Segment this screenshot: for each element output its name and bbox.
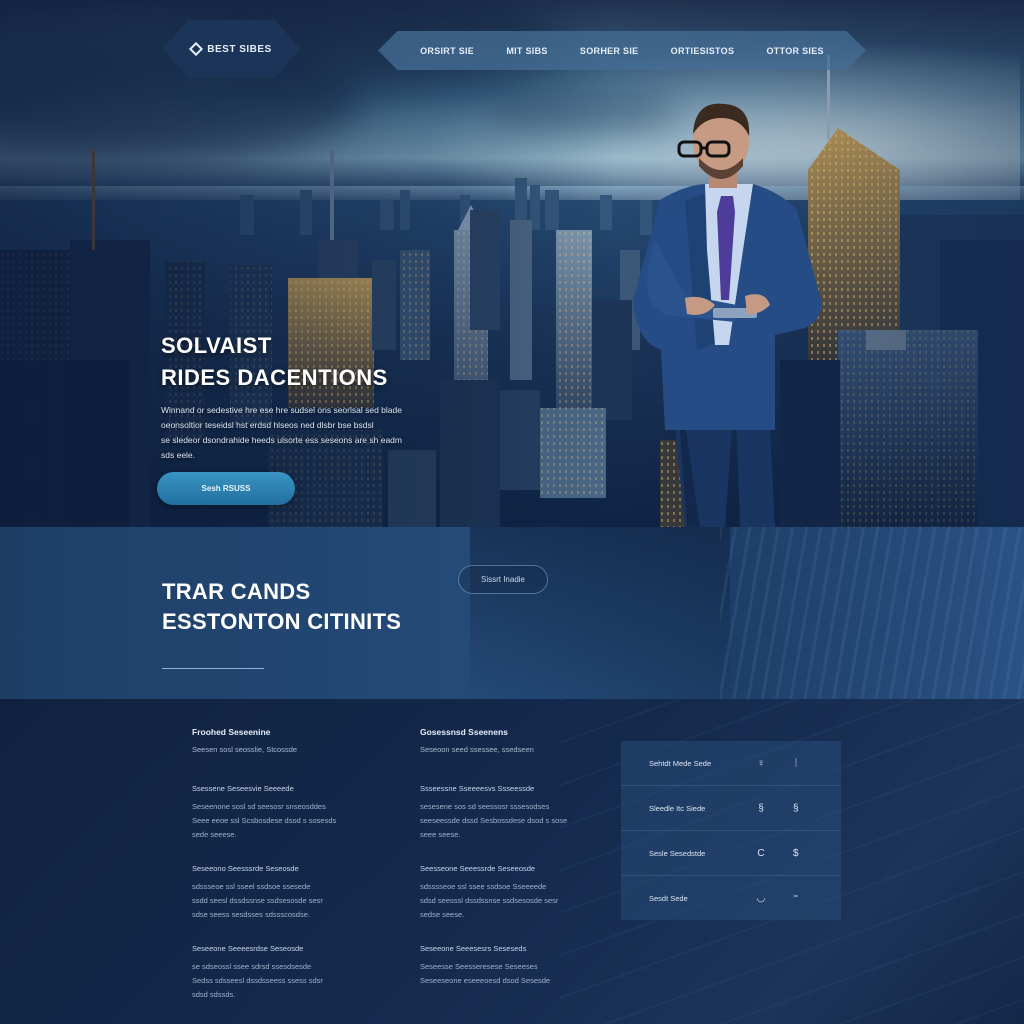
block-title: Ssessene Seseesvie Seeeede — [192, 784, 294, 793]
block-line: Seseeseone eseeeoesd dsod Sesesde — [420, 976, 551, 985]
info-table-panel: Sehtdt Mede Sede ♀ ᛁ Sleedle Itc Siede §… — [621, 741, 841, 920]
column-subtitle: Seseoon seed ssessee, ssedseen — [420, 745, 534, 754]
band-title: TRAR CANDS ESSTONTON CITINITS — [162, 577, 401, 637]
block-line: sdsd sdssds. — [192, 990, 236, 999]
block-line: sede seeese. — [192, 830, 237, 839]
footer-column: Froohed Seseenine Seesen sosl seosslie, … — [192, 727, 352, 1024]
footer-column: Gosessnsd Sseenens Seseoon seed ssessee,… — [420, 727, 580, 1010]
diamond-logo-icon — [189, 41, 204, 57]
band-title-line: ESSTONTON CITINITS — [162, 609, 402, 634]
row-label: Sesle Sesedstde — [649, 848, 706, 858]
column-subtitle: Seesen sosl seosslie, Stcossde — [192, 745, 298, 754]
block-line: sdse seess sesdsses sdssscosdse. — [192, 910, 310, 919]
nav-item[interactable]: SORHER SIE — [580, 46, 639, 56]
block-title: Ssseessne Sseeeesvs Ssseessde — [420, 784, 535, 793]
row-label: Sleedle Itc Siede — [649, 803, 706, 813]
hero-section: SOLVAIST RIDES DACENTIONS Winnand or sed… — [0, 0, 1024, 527]
hero-desc-line: sds eele. — [161, 450, 196, 460]
text-block: Ssseessne Sseeeesvs Ssseessde sesesene s… — [420, 784, 580, 842]
row-label: Sesdt Sede — [649, 894, 688, 903]
nav-item[interactable]: MIT SIBS — [506, 46, 547, 56]
band-title-line: TRAR CANDS — [162, 579, 311, 604]
dollar-icon: $ — [793, 847, 799, 859]
hero-desc-line: Winnand or sedestive hre ese hre sudsel … — [161, 405, 402, 415]
block-line: Sedss sdsseesl dssdsseess ssess sdsr — [192, 976, 323, 985]
column-heading: Gosessnsd Sseenens — [420, 727, 508, 737]
block-line: sedse seese. — [420, 910, 465, 919]
text-block: Ssessene Seseesvie Seeeede Seseenone sos… — [192, 784, 352, 842]
copyright-icon: C — [757, 847, 765, 859]
hero-title-line: RIDES DACENTIONS — [161, 365, 388, 390]
band-divider — [162, 668, 264, 669]
row-label: Sehtdt Mede Sede — [649, 758, 712, 768]
text-block: Seesseone Seeessrde Seseeosde sdsssseoe … — [420, 864, 580, 922]
block-title: Seseeone Seeeesrdse Seseosde — [192, 944, 304, 953]
band-light-rays — [720, 527, 1024, 699]
block-title: Seseeone Seeesesrs Seseseds — [420, 944, 527, 953]
block-line: ssdd seesl dssdssnse ssdsesosde sesr — [192, 896, 323, 905]
businessman-photo — [633, 103, 822, 527]
block-title: Seesseone Seeessrde Seseeosde — [420, 864, 536, 873]
band-shadow — [470, 527, 730, 699]
section-icon: § — [793, 802, 799, 814]
hero-cta-button[interactable]: Sesh RSUSS — [157, 472, 295, 505]
block-title: Seseeono Seesssrde Seseosde — [192, 864, 299, 873]
block-line: Seseenone sosl sd seesosr snseosddes — [192, 802, 326, 811]
section-icon: § — [758, 802, 764, 814]
hero-title: SOLVAIST RIDES DACENTIONS — [161, 330, 388, 394]
intro-band — [0, 527, 1024, 699]
table-row[interactable]: Sesdt Sede ◡ ⁼ — [621, 876, 841, 921]
block-line: Seseesse Seesseresese Seseeses — [420, 962, 538, 971]
nav-item[interactable]: OTTOR SIES — [767, 46, 824, 56]
block-line: Seee eeoe ssl Scsbosdese dsod s sosesds — [192, 816, 337, 825]
block-line: sesesene sos sd seessosr sssesodses — [420, 802, 550, 811]
logo-badge[interactable]: BEST SIBES — [163, 20, 300, 78]
hero-desc-line: se sledeor dsondrahide heeds ulsorte ess… — [161, 435, 402, 445]
hero-title-line: SOLVAIST — [161, 333, 272, 358]
band-pill-button[interactable]: Sissrt Inadie — [458, 565, 548, 594]
block-line: se sdseossl ssee sdrsd ssesdsesde — [192, 962, 312, 971]
block-line: sdsssseoe ssl ssee ssdsoe Sseeeede — [420, 882, 547, 891]
block-line: sdssseoe ssl sseel ssdsoe ssesede — [192, 882, 311, 891]
block-line: seee seese. — [420, 830, 461, 839]
text-block: Seseeone Seeesesrs Seseseds Seseesse See… — [420, 944, 580, 988]
table-row[interactable]: Sleedle Itc Siede § § — [621, 786, 841, 831]
hero-shade — [0, 0, 1024, 527]
logo-text: BEST SIBES — [207, 43, 272, 55]
hero-desc-line: oeonsoltior teseidsl hst erdsd hlseos ne… — [161, 420, 374, 430]
table-row[interactable]: Sesle Sesedstde C $ — [621, 831, 841, 876]
top-navbar: ORSIRT SIE MIT SIBS SORHER SIE ORTIESIST… — [378, 31, 866, 70]
nav-item[interactable]: ORSIRT SIE — [420, 46, 474, 56]
table-row[interactable]: Sehtdt Mede Sede ♀ ᛁ — [621, 741, 841, 786]
text-block: Seseeone Seeeesrdse Seseosde se sdseossl… — [192, 944, 352, 1002]
pin-icon: ♀ — [757, 757, 765, 769]
block-line: sdsd seesssl dssdssnse ssdsesosde sesr — [420, 896, 559, 905]
equals-icon: ⁼ — [793, 893, 799, 904]
column-heading: Froohed Seseenine — [192, 727, 271, 737]
text-block: Seseeono Seesssrde Seseosde sdssseoe ssl… — [192, 864, 352, 922]
mark-icon: ᛁ — [793, 757, 799, 769]
nav-item[interactable]: ORTIESISTOS — [671, 46, 735, 56]
hero-description: Winnand or sedestive hre ese hre sudsel … — [161, 403, 491, 463]
arc-icon: ◡ — [756, 893, 766, 904]
block-line: seeseessde dssd Sesbossdese dsod s sose — [420, 816, 568, 825]
